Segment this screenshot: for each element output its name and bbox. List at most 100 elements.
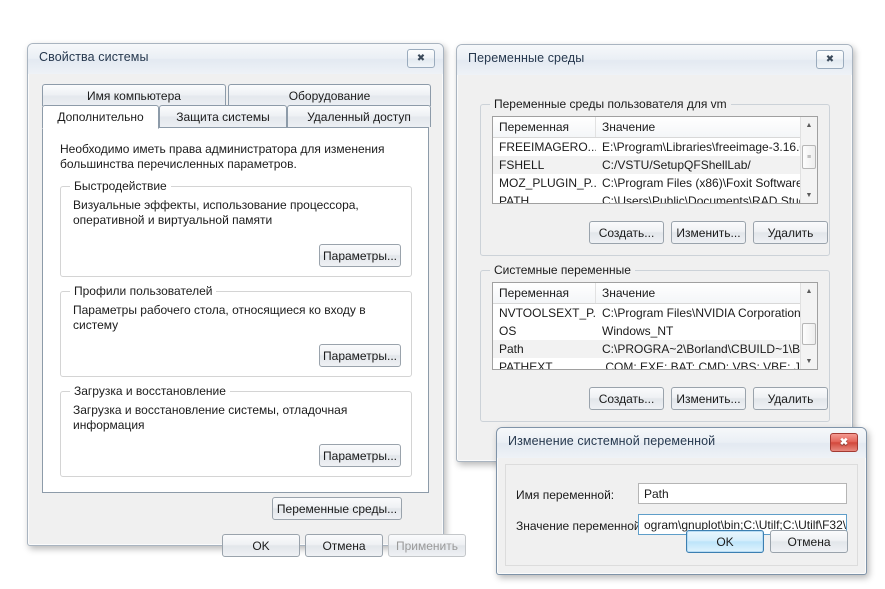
user-variables-group: Переменные среды пользователя для vm Пер… (480, 97, 830, 256)
system-variables-header: Переменная Значение (493, 283, 817, 304)
scroll-up-arrow-icon[interactable]: ▲ (801, 117, 817, 133)
startup-recovery-settings-button[interactable]: Параметры... (319, 444, 401, 467)
system-variables-list[interactable]: Переменная Значение NVTOOLSEXT_P... C:\P… (492, 282, 818, 370)
button-label: Применить (395, 538, 458, 553)
column-header-value: Значение (602, 120, 656, 134)
scroll-down-arrow-icon[interactable]: ▼ (801, 187, 817, 203)
system-properties-body: Имя компьютера Оборудование Дополнительн… (28, 74, 466, 557)
close-icon[interactable]: ✖ (407, 49, 435, 68)
system-properties-dialog: Свойства системы ✖ Имя компьютера Оборуд… (27, 43, 466, 557)
variable-name: NVTOOLSEXT_P... (499, 306, 596, 320)
tab-label: Имя компьютера (87, 88, 181, 103)
user-delete-button[interactable]: Удалить (753, 221, 828, 244)
button-label: Параметры... (323, 448, 397, 463)
table-row[interactable]: PATH C:\Users\Public\Documents\RAD Studi… (493, 192, 817, 204)
edit-system-variable-body: Имя переменной: Path Значение переменной… (497, 458, 866, 574)
user-variables-scrollbar[interactable]: ▲ ≡ ▼ (800, 117, 817, 203)
system-variables-group: Системные переменные Переменная Значение… (480, 263, 830, 422)
tab-strip: Имя компьютера Оборудование Дополнительн… (42, 84, 431, 129)
button-label: Изменить... (676, 225, 741, 240)
environment-variables-body: Переменные среды пользователя для vm Пер… (457, 75, 852, 461)
close-icon[interactable]: ✖ (816, 50, 844, 69)
variable-value: C:\PROGRA~2\Borland\CBUILD~1\Bin;... (602, 342, 817, 356)
system-properties-title: Свойства системы (39, 50, 149, 64)
tab-advanced[interactable]: Дополнительно (42, 105, 159, 129)
edit-system-variable-title: Изменение системной переменной (508, 434, 716, 448)
system-properties-titlebar[interactable]: Свойства системы ✖ (28, 44, 443, 74)
edit-system-variable-dialog: Изменение системной переменной ✖ Имя пер… (496, 427, 867, 575)
table-row-selected[interactable]: Path C:\PROGRA~2\Borland\CBUILD~1\Bin;..… (493, 340, 817, 358)
variable-value: E:\Program\Libraries\freeimage-3.16.0-..… (602, 140, 817, 154)
system-variables-group-label: Системные переменные (490, 263, 635, 277)
tab-label: Защита системы (176, 109, 270, 124)
table-row[interactable]: MOZ_PLUGIN_P... C:\Program Files (x86)\F… (493, 174, 817, 192)
variable-name: Path (499, 342, 524, 356)
edit-variable-ok-button[interactable]: OK (686, 530, 764, 553)
user-new-button[interactable]: Создать... (589, 221, 664, 244)
user-profiles-group-label: Профили пользователей (70, 284, 217, 298)
table-row[interactable]: FSHELL C:/VSTU/SetupQFShellLab/ (493, 156, 817, 174)
table-row[interactable]: FREEIMAGERO... E:\Program\Libraries\free… (493, 138, 817, 156)
admin-rights-note: Необходимо иметь права администратора дл… (60, 142, 385, 171)
edit-variable-form: Имя переменной: Path Значение переменной… (505, 464, 858, 566)
table-row[interactable]: PATHEXT .COM;.EXE;.BAT;.CMD;.VBS;.VBE;.J… (493, 358, 817, 370)
edit-system-variable-titlebar[interactable]: Изменение системной переменной ✖ (497, 428, 866, 458)
table-row[interactable]: NVTOOLSEXT_P... C:\Program Files\NVIDIA … (493, 304, 817, 322)
button-label: Параметры... (323, 348, 397, 363)
button-label: Отмена (787, 534, 831, 549)
scroll-up-arrow-icon[interactable]: ▲ (801, 283, 817, 299)
button-label: OK (252, 538, 270, 553)
edit-variable-cancel-button[interactable]: Отмена (770, 530, 848, 553)
tab-label: Оборудование (288, 88, 371, 103)
system-new-button[interactable]: Создать... (589, 387, 664, 410)
environment-variables-titlebar[interactable]: Переменные среды ✖ (457, 45, 852, 75)
user-profiles-group: Профили пользователей Параметры рабочего… (60, 284, 412, 377)
startup-recovery-group: Загрузка и восстановление Загрузка и вос… (60, 384, 412, 477)
tab-row-lower: Дополнительно Защита системы Удаленный д… (42, 105, 431, 129)
variable-value-label: Значение переменной: (516, 519, 644, 533)
tab-page-advanced: Необходимо иметь права администратора дл… (42, 127, 429, 520)
user-variables-group-label: Переменные среды пользователя для vm (490, 97, 731, 111)
environment-variables-dialog: Переменные среды ✖ Переменные среды поль… (456, 44, 853, 462)
scrollbar-thumb[interactable]: ≡ (802, 145, 816, 169)
cancel-button[interactable]: Отмена (305, 534, 383, 557)
user-profiles-group-text: Параметры рабочего стола, относящиеся ко… (73, 303, 366, 332)
tab-remote-access[interactable]: Удаленный доступ (287, 105, 431, 127)
variable-name-input[interactable]: Path (638, 483, 847, 504)
scroll-down-arrow-icon[interactable]: ▼ (801, 353, 817, 369)
user-variables-header: Переменная Значение (493, 117, 817, 138)
button-label: Переменные среды... (276, 501, 398, 516)
user-profiles-settings-button[interactable]: Параметры... (319, 344, 401, 367)
variable-name-label: Имя переменной: (516, 488, 615, 502)
button-label: Удалить (767, 391, 814, 406)
table-row[interactable]: OS Windows_NT (493, 322, 817, 340)
variable-value: C:\Program Files (x86)\Foxit Software\..… (602, 176, 817, 190)
close-icon[interactable]: ✖ (830, 433, 858, 452)
apply-button: Применить (388, 534, 466, 557)
ok-button[interactable]: OK (222, 534, 300, 557)
button-label: Создать... (598, 391, 655, 406)
column-header-variable: Переменная (493, 283, 596, 303)
environment-variables-button[interactable]: Переменные среды... (272, 497, 402, 520)
tab-system-protection[interactable]: Защита системы (159, 105, 287, 127)
button-label: OK (716, 534, 734, 549)
environment-variables-title: Переменные среды (468, 51, 585, 65)
performance-settings-button[interactable]: Параметры... (319, 244, 401, 267)
tab-hardware[interactable]: Оборудование (228, 84, 431, 106)
user-edit-button[interactable]: Изменить... (671, 221, 746, 244)
performance-group-label: Быстродействие (70, 179, 171, 193)
scrollbar-thumb[interactable]: ≡ (802, 323, 816, 345)
tab-computer-name[interactable]: Имя компьютера (42, 84, 226, 106)
variable-name: FREEIMAGERO... (499, 140, 596, 154)
variable-name: PATHEXT (499, 360, 553, 370)
user-variables-list[interactable]: Переменная Значение FREEIMAGERO... E:\Pr… (492, 116, 818, 204)
variable-name: PATH (499, 194, 530, 204)
variable-value: Windows_NT (602, 324, 674, 338)
button-label: Параметры... (323, 248, 397, 263)
button-label: Создать... (598, 225, 655, 240)
system-variables-scrollbar[interactable]: ▲ ≡ ▼ (800, 283, 817, 369)
system-delete-button[interactable]: Удалить (753, 387, 828, 410)
startup-recovery-group-label: Загрузка и восстановление (70, 384, 230, 398)
system-edit-button[interactable]: Изменить... (671, 387, 746, 410)
variable-name: MOZ_PLUGIN_P... (499, 176, 596, 190)
